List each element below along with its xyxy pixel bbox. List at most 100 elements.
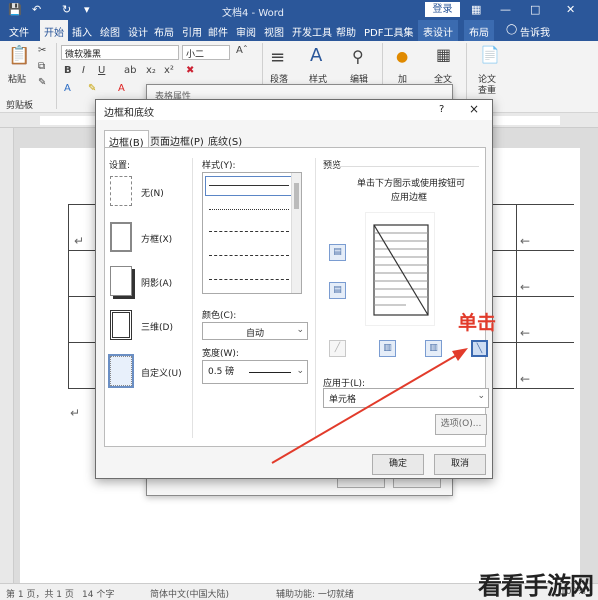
style-dashed-small[interactable]: [209, 231, 289, 232]
color-label: 颜色(C):: [202, 311, 237, 321]
styles-icon[interactable]: A: [310, 45, 322, 66]
close-button[interactable]: ✕: [566, 3, 575, 16]
italic-icon[interactable]: I: [82, 65, 85, 76]
style-selection: [205, 176, 293, 196]
word-count[interactable]: 14 个字: [82, 587, 114, 600]
tab-design[interactable]: 设计: [128, 24, 148, 39]
paste-label: 粘贴: [8, 75, 27, 85]
annotation-label: 单击: [458, 312, 497, 334]
undo-icon[interactable]: ↶: [32, 3, 41, 16]
diagonal-up-border-button[interactable]: ╱: [329, 340, 346, 357]
style-dotted[interactable]: [209, 209, 289, 210]
tab-layout[interactable]: 布局: [154, 24, 174, 39]
setting-3d-icon[interactable]: [110, 310, 132, 340]
tab-draw[interactable]: 绘图: [100, 24, 120, 39]
superscript-icon[interactable]: x²: [164, 65, 174, 76]
color-select[interactable]: 自动 ⌄: [202, 322, 308, 340]
grow-font-icon[interactable]: Aˆ: [236, 45, 248, 56]
paragraph-mark-icon: ↵: [74, 234, 85, 248]
clear-format-icon[interactable]: ✖: [186, 65, 194, 76]
tab-insert[interactable]: 插入: [72, 24, 92, 39]
diagonal-down-border-button[interactable]: ╲: [471, 340, 488, 357]
setting-box-label[interactable]: 方框(X): [141, 232, 172, 245]
language-status[interactable]: 简体中文(中国大陆): [150, 587, 229, 600]
tab-references[interactable]: 引用: [182, 24, 202, 39]
tab-table-layout[interactable]: 布局: [464, 20, 494, 41]
setting-box-icon[interactable]: [110, 222, 132, 252]
setting-shadow-icon[interactable]: [110, 266, 132, 296]
preview-label: 预览: [323, 161, 342, 171]
save-icon[interactable]: 💾: [8, 3, 22, 16]
tab-home[interactable]: 开始: [40, 20, 68, 41]
width-select[interactable]: 0.5 磅 ⌄: [202, 360, 308, 384]
editing-icon[interactable]: ⚲: [352, 47, 364, 66]
tab-help[interactable]: 帮助: [336, 24, 356, 39]
customize-icon[interactable]: ▾: [84, 3, 90, 16]
lightbulb-icon: ◯: [506, 24, 518, 35]
setting-custom-icon[interactable]: [108, 354, 134, 388]
accessibility-status[interactable]: 辅助功能: 一切就绪: [276, 587, 354, 600]
setting-none-icon[interactable]: [110, 176, 132, 206]
paragraph-icon[interactable]: ≡: [270, 47, 285, 68]
help-button[interactable]: ?: [439, 104, 444, 115]
border-preview[interactable]: [365, 212, 435, 326]
format-painter-icon[interactable]: ✎: [38, 77, 46, 88]
cancel-button[interactable]: 取消: [434, 454, 486, 475]
text-effects-icon[interactable]: A: [64, 83, 71, 94]
underline-icon[interactable]: U: [98, 65, 105, 76]
maximize-button[interactable]: □: [530, 3, 540, 16]
addin-icon[interactable]: ●: [396, 49, 408, 65]
tab-table-design[interactable]: 表设计: [418, 20, 458, 41]
page-count[interactable]: 第 1 页，共 1 页: [6, 587, 74, 600]
width-sample: [249, 372, 291, 373]
font-name-box[interactable]: 微软雅黑: [61, 45, 179, 60]
divider: [56, 43, 57, 109]
apply-to-select[interactable]: 单元格 ⌄: [323, 388, 489, 408]
cut-icon[interactable]: ✂: [38, 45, 46, 56]
setting-custom-label[interactable]: 自定义(U): [141, 366, 182, 379]
thesis-icon[interactable]: 📄: [480, 45, 500, 64]
ribbon-tabs: 文件 开始 插入 绘图 设计 布局 引用 邮件 审阅 视图 开发工具 帮助 PD…: [0, 20, 598, 41]
inside-horizontal-border-button[interactable]: ▤: [329, 282, 346, 299]
bold-icon[interactable]: B: [64, 65, 72, 76]
top-border-button[interactable]: ▤: [329, 244, 346, 261]
subscript-icon[interactable]: x₂: [146, 65, 156, 76]
setting-shadow-label[interactable]: 阴影(A): [141, 276, 172, 289]
minimize-button[interactable]: —: [500, 3, 511, 16]
tab-pdf[interactable]: PDF工具集: [364, 24, 413, 39]
setting-none-label[interactable]: 无(N): [141, 186, 164, 199]
style-dashed[interactable]: [209, 255, 289, 256]
style-scrollbar[interactable]: [291, 173, 301, 293]
tab-shading[interactable]: 底纹(S): [204, 130, 246, 148]
tell-me-input[interactable]: 告诉我: [520, 24, 550, 39]
ok-button[interactable]: 确定: [372, 454, 424, 475]
color-value: 自动: [245, 329, 264, 339]
paste-icon[interactable]: 📋: [8, 45, 30, 66]
full-text-icon[interactable]: ▦: [436, 45, 451, 64]
copy-icon[interactable]: ⧉: [38, 61, 45, 72]
tab-file[interactable]: 文件: [9, 24, 29, 39]
tab-review[interactable]: 审阅: [236, 24, 256, 39]
right-border-button[interactable]: ▥: [425, 340, 442, 357]
tab-view[interactable]: 视图: [264, 24, 284, 39]
highlight-icon[interactable]: ✎: [88, 83, 96, 94]
login-button[interactable]: 登录: [425, 2, 460, 17]
dialog-close-button[interactable]: ×: [469, 102, 479, 116]
left-border-button[interactable]: ▥: [379, 340, 396, 357]
strikethrough-icon[interactable]: ab: [124, 65, 136, 76]
font-size-box[interactable]: 小二: [182, 45, 230, 60]
setting-3d-label[interactable]: 三维(D): [141, 320, 173, 333]
tab-developer[interactable]: 开发工具: [292, 24, 332, 39]
tab-borders[interactable]: 边框(B): [104, 130, 149, 149]
redo-icon[interactable]: ↻: [62, 3, 71, 16]
style-solid[interactable]: [209, 185, 289, 186]
chevron-down-icon: ⌄: [477, 391, 485, 401]
options-button[interactable]: 选项(O)...: [435, 414, 487, 435]
tab-page-border[interactable]: 页面边框(P): [146, 130, 208, 148]
ribbon-options-icon[interactable]: ▦: [471, 3, 481, 16]
font-color-icon[interactable]: A: [118, 83, 125, 94]
cell-end-mark-icon: ←: [520, 280, 531, 294]
border-style-list[interactable]: [202, 172, 302, 294]
style-dash-dot[interactable]: [209, 279, 289, 280]
tab-mailings[interactable]: 邮件: [208, 24, 228, 39]
